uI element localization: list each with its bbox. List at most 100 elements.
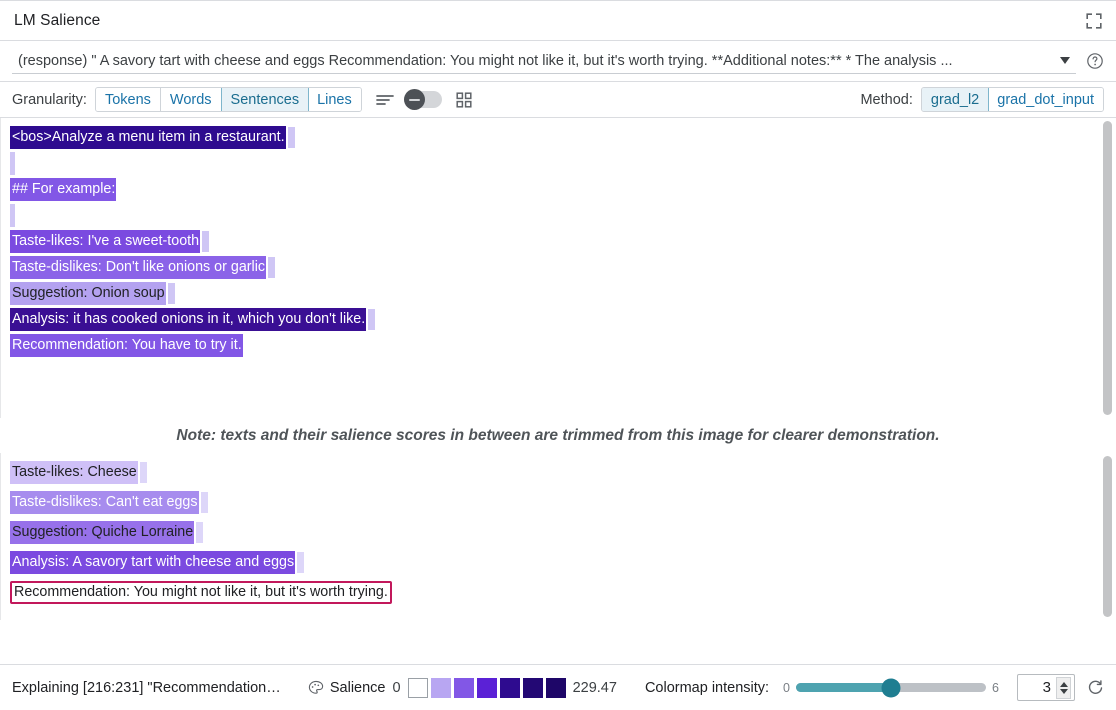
legend-swatch <box>477 678 497 698</box>
legend-swatch <box>408 678 428 698</box>
salience-line[interactable] <box>10 152 1116 175</box>
panel-left-rule <box>0 118 1 418</box>
lm-salience-module: LM Salience (response) " A savory tart w… <box>0 0 1116 710</box>
method-option-grad-l2[interactable]: grad_l2 <box>921 87 989 112</box>
reset-icon[interactable] <box>1087 679 1104 696</box>
salience-chip[interactable]: Analysis: A savory tart with cheese and … <box>10 551 295 574</box>
salience-legend-label: Salience <box>330 680 386 696</box>
panel-left-rule <box>0 453 1 620</box>
legend-swatch <box>546 678 566 698</box>
salience-line[interactable]: Recommendation: You have to try it. <box>10 334 1116 357</box>
stepper-value[interactable]: 3 <box>1018 679 1056 696</box>
salience-chip[interactable]: Taste-likes: Cheese <box>10 461 138 484</box>
salience-gap <box>196 522 203 543</box>
salience-chip[interactable]: Taste-likes: I've a sweet-tooth <box>10 230 200 253</box>
salience-gap <box>297 552 304 573</box>
colormap-legend <box>408 678 566 698</box>
slider-max-label: 6 <box>992 681 999 695</box>
granularity-option-sentences[interactable]: Sentences <box>221 87 310 112</box>
salience-line[interactable]: ## For example: <box>10 178 1116 201</box>
salience-chip[interactable] <box>10 204 15 227</box>
salience-line-selected[interactable]: Recommendation: You might not like it, b… <box>10 579 1116 606</box>
stepper-down-icon[interactable] <box>1060 689 1068 694</box>
salience-line[interactable]: Analysis: A savory tart with cheese and … <box>10 549 1116 576</box>
expand-icon[interactable] <box>1086 13 1102 29</box>
salience-footer: Explaining [216:231] "Recommendation: Y.… <box>0 664 1116 710</box>
salience-gap <box>368 309 375 330</box>
salience-line[interactable]: Analysis: it has cooked onions in it, wh… <box>10 308 1116 331</box>
salience-chip[interactable]: Suggestion: Quiche Lorraine <box>10 521 194 544</box>
legend-max-value: 229.47 <box>573 680 617 696</box>
salience-gap <box>202 231 209 252</box>
view-mode-controls <box>376 91 472 108</box>
help-circle-icon[interactable] <box>1086 52 1104 70</box>
stepper-arrows[interactable] <box>1056 677 1071 699</box>
salience-segments-top: <bos>Analyze a menu item in a restaurant… <box>0 118 1116 366</box>
slider-min-label: 0 <box>783 681 790 695</box>
toggle-knob <box>404 89 425 110</box>
salience-chip-selected[interactable]: Recommendation: You might not like it, b… <box>10 581 392 604</box>
salience-chip[interactable]: Analysis: it has cooked onions in it, wh… <box>10 308 366 331</box>
trim-note: Note: texts and their salience scores in… <box>0 418 1116 453</box>
stepper-up-icon[interactable] <box>1060 682 1068 687</box>
salience-chip[interactable]: ## For example: <box>10 178 116 201</box>
salience-line[interactable]: Taste-likes: I've a sweet-tooth <box>10 230 1116 253</box>
salience-text-panel-bottom[interactable]: Taste-likes: Cheese Taste-dislikes: Can'… <box>0 453 1116 620</box>
slider-thumb[interactable] <box>882 678 901 697</box>
salience-line[interactable] <box>10 204 1116 227</box>
scrollbar-thumb[interactable] <box>1103 456 1112 617</box>
slider-fill <box>796 683 891 692</box>
granularity-segmented-control: Tokens Words Sentences Lines <box>95 87 362 112</box>
salience-gap <box>140 462 147 483</box>
chevron-down-icon[interactable] <box>1060 57 1070 64</box>
salience-gap <box>288 127 295 148</box>
response-select[interactable]: (response) " A savory tart with cheese a… <box>12 48 1076 74</box>
explaining-label: Explaining [216:231] "Recommendation: Y.… <box>12 680 284 696</box>
salience-gap <box>268 257 275 278</box>
legend-swatch <box>454 678 474 698</box>
method-segmented-control: grad_l2 grad_dot_input <box>921 87 1104 112</box>
salience-chip[interactable]: Recommendation: You have to try it. <box>10 334 243 357</box>
scrollbar-thumb[interactable] <box>1103 121 1112 415</box>
palette-icon[interactable] <box>308 680 324 696</box>
salience-line[interactable]: Suggestion: Onion soup <box>10 282 1116 305</box>
granularity-option-tokens[interactable]: Tokens <box>96 88 161 111</box>
salience-gap <box>168 283 175 304</box>
salience-line[interactable]: Taste-likes: Cheese <box>10 459 1116 486</box>
salience-line[interactable]: Suggestion: Quiche Lorraine <box>10 519 1116 546</box>
salience-chip[interactable] <box>10 152 15 175</box>
salience-chip[interactable]: Taste-dislikes: Don't like onions or gar… <box>10 256 266 279</box>
salience-segments-bottom: Taste-likes: Cheese Taste-dislikes: Can'… <box>0 453 1116 615</box>
granularity-label: Granularity: <box>12 92 87 108</box>
salience-line[interactable]: Taste-dislikes: Don't like onions or gar… <box>10 256 1116 279</box>
page-title: LM Salience <box>14 12 100 30</box>
legend-swatch <box>500 678 520 698</box>
salience-chip[interactable]: <bos>Analyze a menu item in a restaurant… <box>10 126 286 149</box>
lines-view-icon[interactable] <box>376 93 394 107</box>
response-select-value: (response) " A savory tart with cheese a… <box>18 53 1052 69</box>
legend-swatch <box>523 678 543 698</box>
panel-scrollbar-top[interactable] <box>1103 121 1112 415</box>
method-controls: Method: grad_l2 grad_dot_input <box>860 87 1104 112</box>
salience-text-panel-top[interactable]: <bos>Analyze a menu item in a restaurant… <box>0 118 1116 418</box>
salience-chip[interactable]: Suggestion: Onion soup <box>10 282 166 305</box>
granularity-option-words[interactable]: Words <box>161 88 222 111</box>
legend-min-value: 0 <box>393 680 401 696</box>
method-option-grad-dot-input[interactable]: grad_dot_input <box>988 88 1103 111</box>
salience-chip[interactable]: Taste-dislikes: Can't eat eggs <box>10 491 199 514</box>
colormap-intensity-slider-group: 0 6 <box>783 681 999 695</box>
response-selector-row: (response) " A savory tart with cheese a… <box>0 41 1116 82</box>
colormap-intensity-label: Colormap intensity: <box>645 680 769 696</box>
module-titlebar: LM Salience <box>0 0 1116 41</box>
salience-toolbar: Granularity: Tokens Words Sentences Line… <box>0 82 1116 118</box>
colormap-intensity-slider[interactable] <box>796 683 986 692</box>
salience-gap <box>201 492 208 513</box>
grid-view-icon[interactable] <box>456 92 472 108</box>
display-mode-toggle[interactable] <box>404 91 442 108</box>
salience-line[interactable]: Taste-dislikes: Can't eat eggs <box>10 489 1116 516</box>
panel-scrollbar-bottom[interactable] <box>1103 456 1112 617</box>
legend-swatch <box>431 678 451 698</box>
colormap-intensity-stepper[interactable]: 3 <box>1017 674 1075 701</box>
salience-line[interactable]: <bos>Analyze a menu item in a restaurant… <box>10 126 1116 149</box>
granularity-option-lines[interactable]: Lines <box>308 88 361 111</box>
